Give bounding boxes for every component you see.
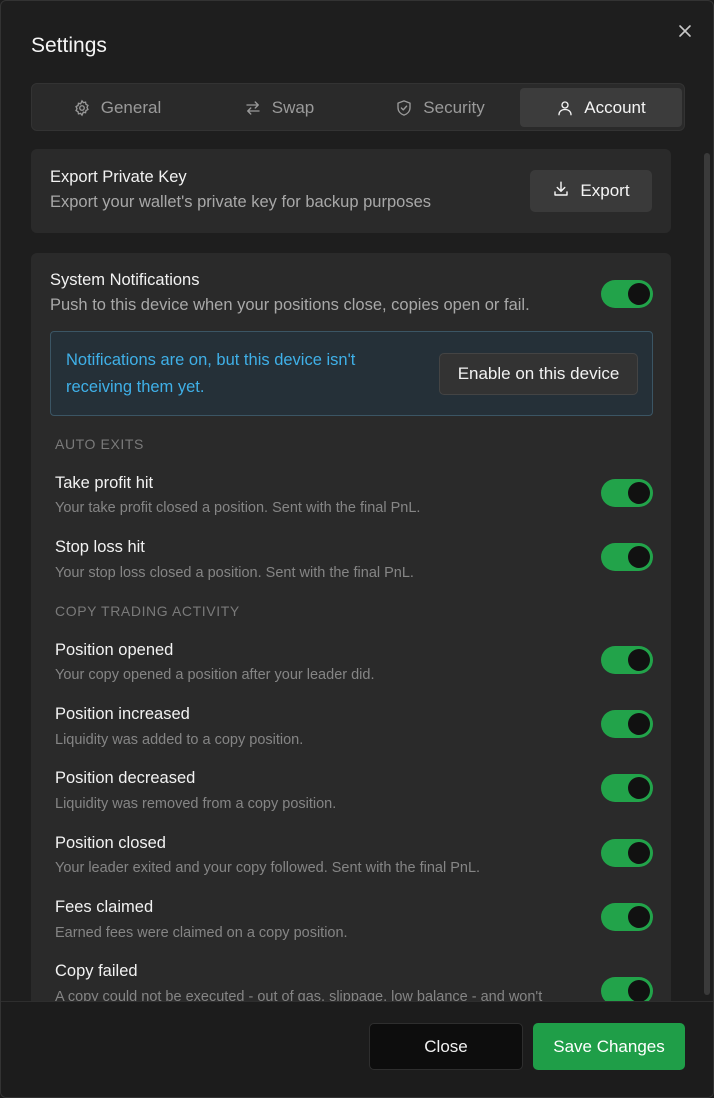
- notification-title: Fees claimed: [55, 898, 154, 916]
- export-key-card: Export Private Key Export your wallet's …: [31, 149, 671, 233]
- export-key-title: Export Private Key: [50, 168, 187, 186]
- toggle-knob: [628, 906, 650, 928]
- copy-failed-toggle[interactable]: [601, 977, 653, 1001]
- notification-description: Your leader exited and your copy followe…: [55, 860, 481, 876]
- toggle-knob: [628, 842, 650, 864]
- notification-description: Liquidity was added to a copy position.: [55, 732, 304, 748]
- tab-swap-label: Swap: [271, 97, 315, 117]
- scrollbar-thumb[interactable]: [704, 153, 710, 995]
- dialog-title: Settings: [31, 34, 107, 57]
- toggle-knob: [628, 777, 650, 799]
- notification-description: Your copy opened a position after your l…: [55, 667, 375, 683]
- settings-tabs: General Swap Security Account: [31, 83, 685, 131]
- tab-account-label: Account: [584, 97, 646, 117]
- position-decreased-toggle[interactable]: [601, 774, 653, 802]
- banner-text: Notifications are on, but this device is…: [66, 351, 356, 396]
- tab-security[interactable]: Security: [360, 88, 520, 127]
- notification-title: Position decreased: [55, 769, 196, 787]
- position-opened-toggle[interactable]: [601, 646, 653, 674]
- dialog-footer: Close Save Changes: [1, 1001, 713, 1097]
- close-icon[interactable]: [675, 21, 695, 41]
- stop-loss-toggle[interactable]: [601, 543, 653, 571]
- notification-title: Copy failed: [55, 962, 138, 980]
- user-icon: [556, 99, 574, 117]
- notification-description: Liquidity was removed from a copy positi…: [55, 796, 337, 812]
- export-key-description: Export your wallet's private key for bac…: [50, 193, 431, 211]
- notification-title: Position increased: [55, 705, 190, 723]
- notification-description: Your take profit closed a position. Sent…: [55, 500, 421, 516]
- scrollbar[interactable]: [701, 149, 713, 1001]
- fees-claimed-toggle[interactable]: [601, 903, 653, 931]
- position-increased-toggle[interactable]: [601, 710, 653, 738]
- export-button-label: Export: [580, 181, 630, 200]
- system-notifications-toggle[interactable]: [601, 280, 653, 308]
- notification-title: Take profit hit: [55, 474, 154, 492]
- toggle-knob: [628, 546, 650, 568]
- toggle-knob: [628, 649, 650, 671]
- notification-title: Stop loss hit: [55, 538, 145, 556]
- toggle-knob: [628, 482, 650, 504]
- enable-device-button[interactable]: Enable on this device: [439, 353, 638, 395]
- position-closed-toggle[interactable]: [601, 839, 653, 867]
- download-icon: [552, 180, 570, 203]
- notification-title: Position closed: [55, 834, 166, 852]
- notification-description: Your stop loss closed a position. Sent w…: [55, 565, 414, 581]
- tab-general[interactable]: General: [36, 88, 198, 127]
- section-heading-auto-exits: AUTO EXITS: [55, 436, 144, 452]
- notification-description: Earned fees were claimed on a copy posit…: [55, 925, 348, 941]
- take-profit-toggle[interactable]: [601, 479, 653, 507]
- settings-content[interactable]: Export Private Key Export your wallet's …: [31, 149, 673, 1001]
- export-button[interactable]: Export: [530, 170, 652, 212]
- gear-icon: [73, 99, 91, 117]
- close-button[interactable]: Close: [369, 1023, 523, 1070]
- tab-swap[interactable]: Swap: [198, 88, 360, 127]
- notification-title: Position opened: [55, 641, 174, 659]
- swap-arrows-icon: [244, 99, 262, 117]
- toggle-knob: [628, 713, 650, 735]
- system-notifications-title: System Notifications: [50, 271, 200, 289]
- save-changes-button[interactable]: Save Changes: [533, 1023, 685, 1070]
- tab-general-label: General: [100, 97, 162, 117]
- system-notifications-description: Push to this device when your positions …: [50, 296, 530, 314]
- section-heading-copy-trading: COPY TRADING ACTIVITY: [55, 603, 240, 619]
- notification-description: A copy could not be executed - out of ga…: [55, 989, 543, 1001]
- toggle-knob: [628, 283, 650, 305]
- notification-warning-banner: Notifications are on, but this device is…: [50, 331, 653, 416]
- system-notifications-card: System Notifications Push to this device…: [31, 253, 671, 1001]
- tab-account[interactable]: Account: [520, 88, 682, 127]
- shield-icon: [395, 99, 413, 117]
- settings-dialog: Settings General Swap Security Account E…: [0, 0, 714, 1098]
- tab-security-label: Security: [423, 97, 485, 117]
- toggle-knob: [628, 980, 650, 1001]
